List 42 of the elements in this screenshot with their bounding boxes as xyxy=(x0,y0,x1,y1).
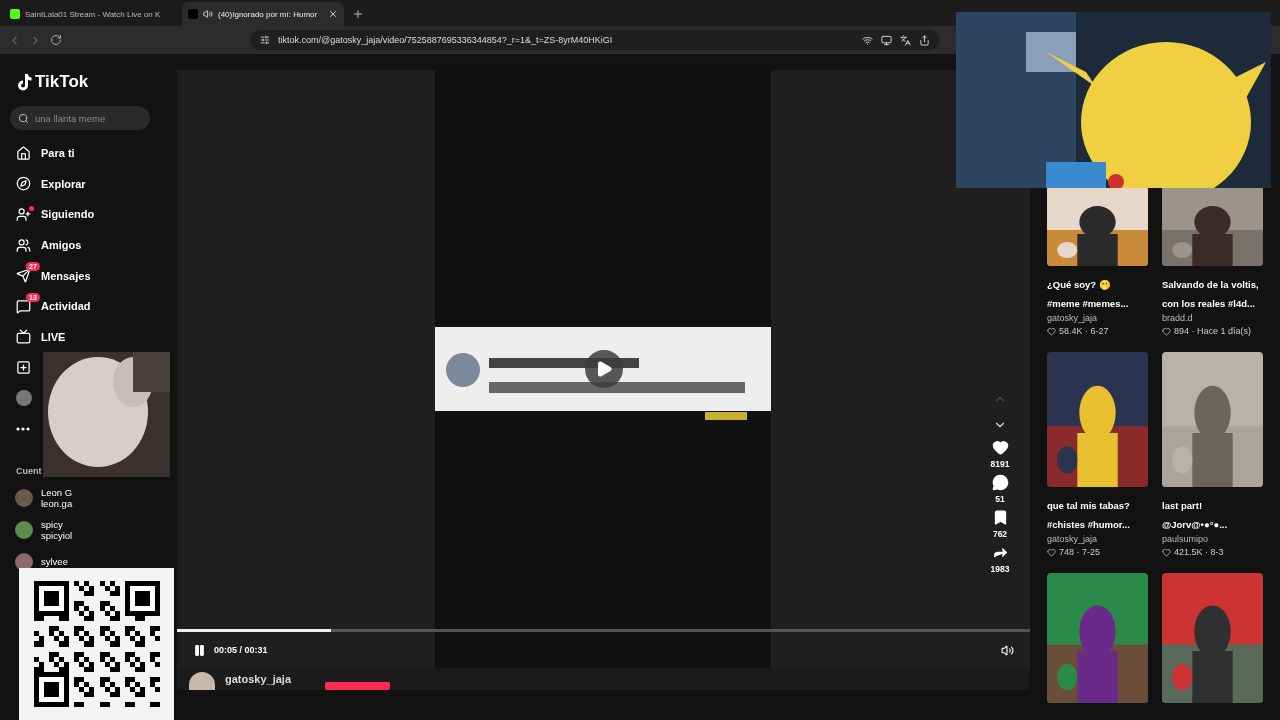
video-title: con los reales #l4d... xyxy=(1162,298,1255,309)
nav-item[interactable]: Para ti xyxy=(10,138,170,169)
stats-text: 894 · Hace 1 día(s) xyxy=(1174,325,1252,338)
author-name: gatosky_jaja xyxy=(1047,312,1099,325)
account-handle: spicyiol xyxy=(41,529,73,541)
account-name: Leon G xyxy=(41,486,73,498)
video-title: Salvando de la voltis, xyxy=(1162,279,1259,290)
count-label: 8191 xyxy=(990,459,1010,469)
stats-text: 748 · 7-25 xyxy=(1059,546,1101,559)
author-name: bradd.d xyxy=(1162,312,1194,325)
video-title: #meme #memes... xyxy=(1047,298,1129,309)
nav-item[interactable]: Amigos xyxy=(10,229,170,261)
video-title: ¿Qué soy? 🫢 xyxy=(1047,279,1111,290)
count-label: 1983 xyxy=(990,564,1010,574)
video-title: #chistes #humor... xyxy=(1047,519,1130,530)
search-placeholder: una llanta meme xyxy=(35,112,106,124)
stats-text: 421.5K · 8-3 xyxy=(1174,546,1224,559)
logo-text: TikTok xyxy=(35,72,89,92)
author-name: paulsumipo xyxy=(1162,533,1210,546)
account-name: spicy xyxy=(41,518,64,530)
video-title: last part! xyxy=(1162,500,1203,511)
stats-text: 58.4K · 6-27 xyxy=(1059,325,1109,338)
url-text: tiktok.com/@gatosky_jaja/video/7525887695336344854?_r=1&_t=ZS-8yrM40HKiGI xyxy=(278,35,614,45)
account-handle: leon.ga xyxy=(41,497,73,509)
count-label: 51 xyxy=(995,494,1005,504)
time-label: 00:05 / 00:31 xyxy=(214,645,269,655)
count-label: 762 xyxy=(992,529,1008,539)
search-field[interactable]: una llanta meme xyxy=(10,106,150,130)
address-field[interactable]: tiktok.com/@gatosky_jaja/video/7525887695336344854?_r=1&_t=ZS-8yrM40HKiGI xyxy=(250,30,940,50)
video-title: que tal mis tabas? xyxy=(1047,500,1130,511)
browser-tab[interactable]: (40)Ignorado por mí: Humor xyxy=(182,2,344,26)
nav-item[interactable]: LIVE xyxy=(10,321,170,353)
account-name: sylvee xyxy=(41,556,68,568)
section-heading: Cuent xyxy=(16,465,43,476)
author-name: gatosky_jaja xyxy=(1047,533,1099,546)
video-title: @Jorv@•●°●... xyxy=(1162,519,1228,530)
tab-title: SaintLala01 Stream - Watch Live on K xyxy=(25,9,162,19)
tab-title: (40)Ignorado por mí: Humor xyxy=(218,9,319,19)
nav-item[interactable]: Siguiendo xyxy=(10,199,170,230)
browser-tab[interactable]: SaintLala01 Stream - Watch Live on K xyxy=(4,2,180,26)
author-name: gatosky_jaja xyxy=(225,673,293,685)
nav-item[interactable]: Explorar xyxy=(10,168,170,200)
